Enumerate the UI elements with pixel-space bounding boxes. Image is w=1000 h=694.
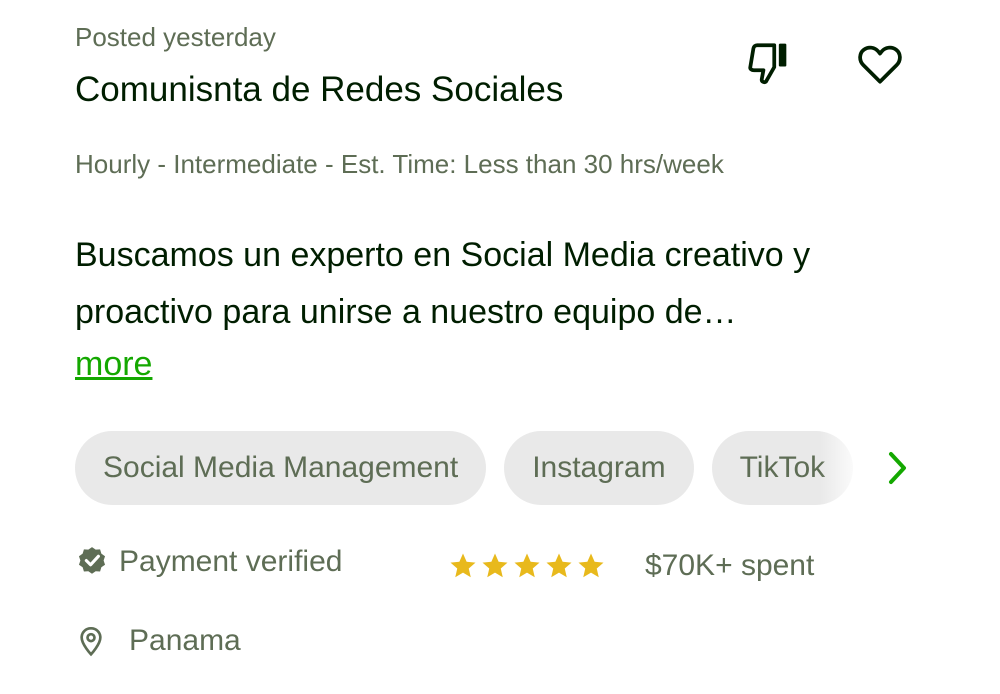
client-location: Panama <box>75 624 241 658</box>
heart-icon <box>858 45 902 84</box>
payment-verified: Payment verified <box>75 545 342 579</box>
job-meta: Hourly - Intermediate - Est. Time: Less … <box>75 149 724 179</box>
posted-time: Posted yesterday <box>75 22 276 52</box>
location-pin-icon <box>80 626 102 657</box>
spent-amount: $70K+ <box>645 549 733 582</box>
star-icon <box>546 553 572 578</box>
skills-list: Social Media Management Instagram TikTok <box>75 431 861 505</box>
star-icon <box>450 553 476 578</box>
star-icon <box>482 553 508 578</box>
location-label: Panama <box>129 624 241 657</box>
verified-badge-icon <box>78 547 106 574</box>
client-spent: $70K+ spent <box>645 549 814 583</box>
star-icon <box>578 553 604 578</box>
job-title[interactable]: Comunisnta de Redes Sociales <box>75 70 563 110</box>
payment-verified-label: Payment verified <box>119 545 343 578</box>
spent-label: spent <box>740 549 815 582</box>
dislike-button[interactable] <box>740 36 796 92</box>
thumbs-down-icon <box>748 43 787 85</box>
chevron-right-icon <box>889 452 906 484</box>
job-description: Buscamos un experto en Social Media crea… <box>75 236 811 331</box>
skills-next-button[interactable] <box>880 446 914 490</box>
skill-chip[interactable]: Instagram <box>504 431 694 505</box>
skills-fade <box>820 431 862 505</box>
star-icon <box>514 553 540 578</box>
more-link[interactable]: more <box>75 345 152 384</box>
skill-chip[interactable]: Social Media Management <box>75 431 487 505</box>
save-job-button[interactable] <box>852 36 908 92</box>
client-rating <box>448 551 606 581</box>
